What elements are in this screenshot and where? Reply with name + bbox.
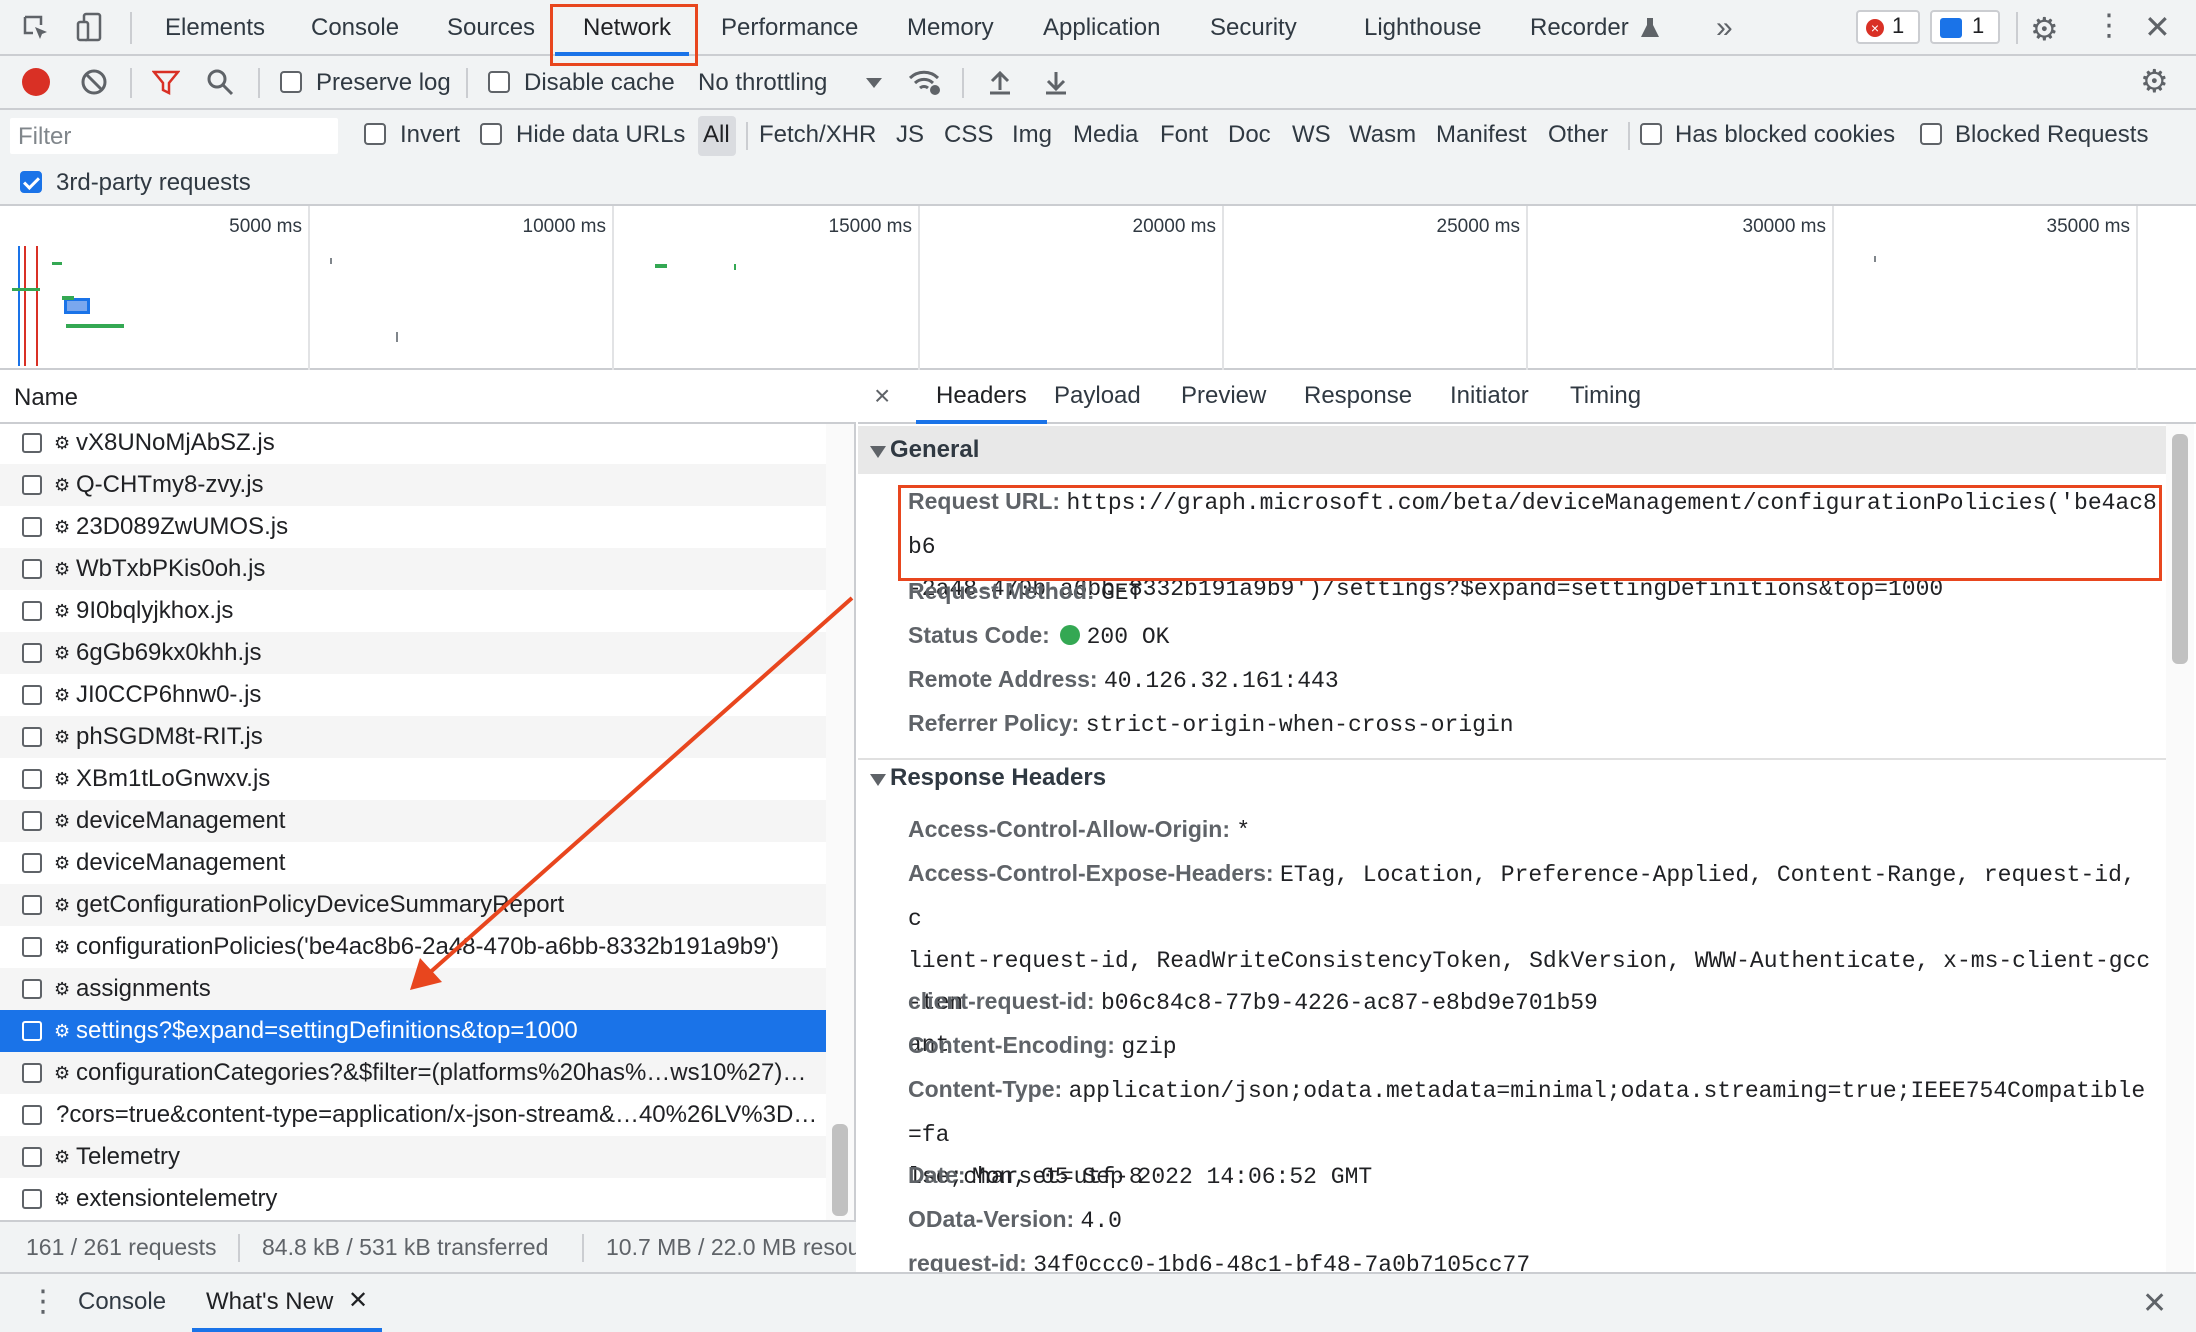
annotation-arrow bbox=[410, 596, 854, 990]
